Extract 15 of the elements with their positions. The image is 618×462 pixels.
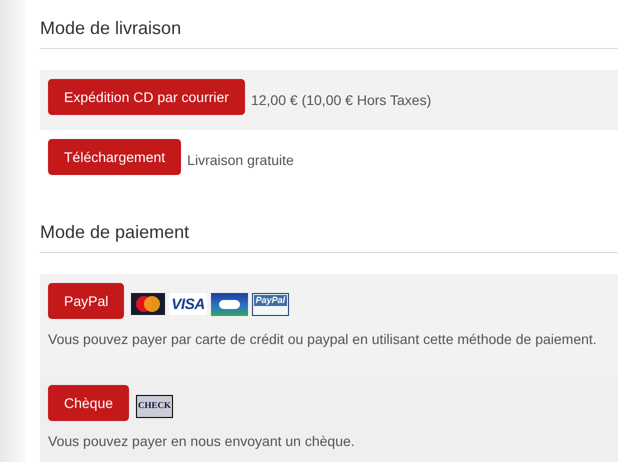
option-button[interactable]: Chèque bbox=[48, 385, 130, 421]
cb-logo-icon bbox=[210, 292, 248, 316]
option-button[interactable]: Expédition CD par courrier bbox=[48, 79, 245, 115]
section-heading: Mode de paiement bbox=[40, 220, 618, 253]
price-text: Livraison gratuite bbox=[187, 150, 294, 170]
visa-logo: VISA bbox=[169, 293, 207, 315]
section-heading: Mode de livraison bbox=[40, 16, 618, 49]
check-logo: CHECK bbox=[136, 394, 174, 418]
option-button[interactable]: PayPal bbox=[48, 283, 124, 319]
price-text: 12,00 € (10,00 € Hors Taxes) bbox=[250, 90, 432, 110]
paypal-logo: PayPal bbox=[252, 292, 289, 316]
option-description: Vous pouvez payer par carte de crédit ou paypal en utilisant cette méthode de paiement. bbox=[48, 330, 598, 349]
option-button[interactable]: Téléchargement bbox=[48, 139, 182, 175]
mastercard-logo-icon bbox=[131, 293, 166, 315]
option-description: Vous pouvez payer en nous envoyant un chèque. bbox=[48, 432, 356, 451]
